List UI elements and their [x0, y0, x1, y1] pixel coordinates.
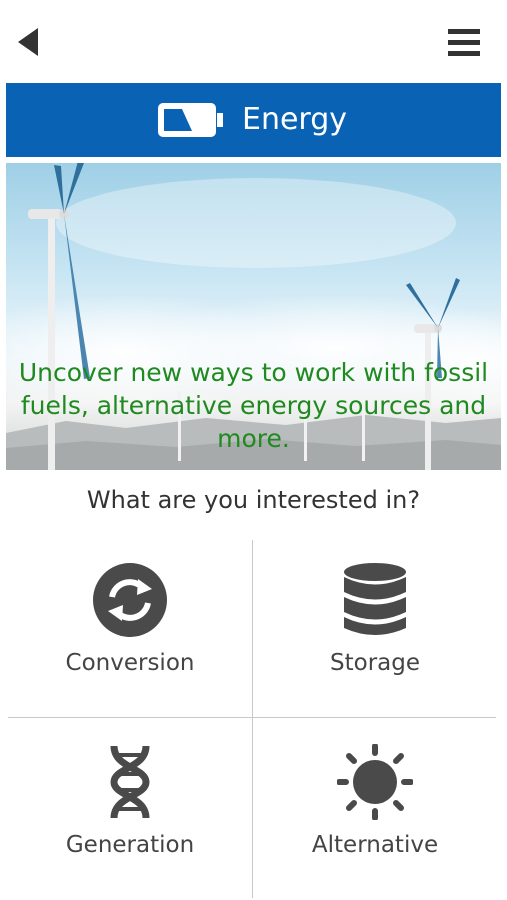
- category-label: Alternative: [311, 832, 439, 858]
- hero-banner: Uncover new ways to work with fossil fue…: [6, 163, 501, 470]
- sun-icon: [337, 744, 413, 820]
- back-arrow-icon: [18, 28, 38, 56]
- database-icon: [344, 563, 406, 635]
- dna-icon: [110, 745, 150, 819]
- category-label: Generation: [65, 832, 195, 858]
- energy-screen: Energy Uncover new ways to work with fos…: [0, 0, 507, 900]
- category-generation[interactable]: Generation: [8, 718, 252, 895]
- category-alternative[interactable]: Alternative: [253, 718, 497, 895]
- category-conversion[interactable]: Conversion: [8, 540, 252, 717]
- hero-caption: Uncover new ways to work with fossil fue…: [18, 358, 489, 453]
- category-grid: Conversion Storage Generation Alternativ…: [8, 540, 496, 900]
- category-label: Storage: [330, 650, 420, 676]
- category-storage[interactable]: Storage: [253, 540, 497, 717]
- hamburger-menu-icon: [448, 29, 480, 56]
- menu-button[interactable]: [442, 22, 486, 62]
- refresh-arrows-icon: [93, 563, 167, 637]
- interest-question: What are you interested in?: [86, 486, 421, 514]
- battery-icon: [158, 103, 223, 137]
- category-label: Conversion: [65, 650, 195, 676]
- back-button[interactable]: [10, 22, 50, 62]
- page-title: Energy: [242, 102, 348, 137]
- section-header: Energy: [6, 83, 501, 157]
- top-bar: [0, 0, 507, 82]
